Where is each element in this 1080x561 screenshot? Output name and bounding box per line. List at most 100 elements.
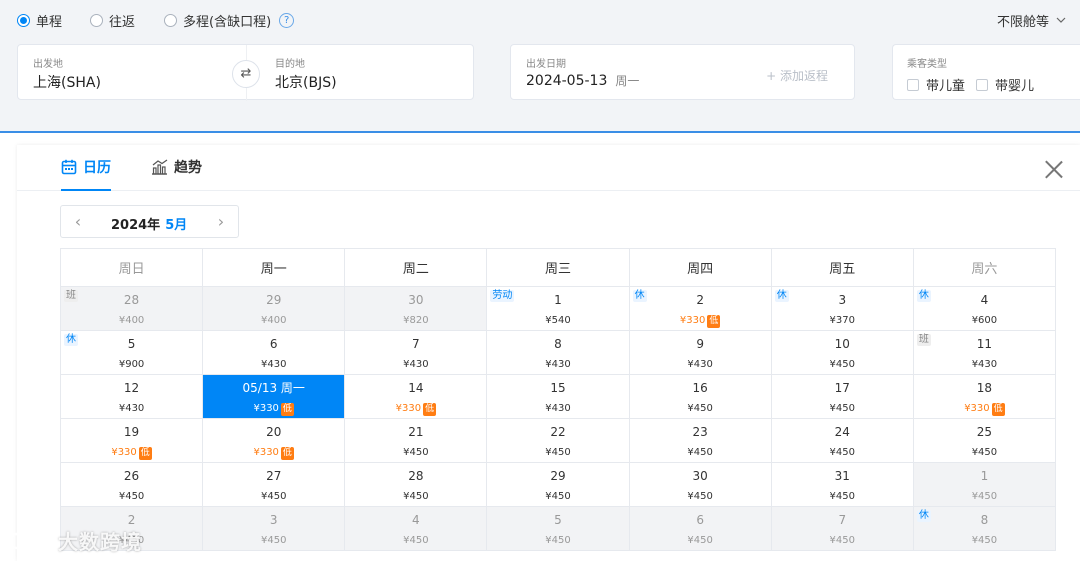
day-number: 28	[408, 469, 424, 483]
day-number: 10	[834, 337, 850, 351]
day-number: 7	[838, 513, 847, 527]
with-child-checkbox[interactable]: 带儿童	[907, 75, 965, 94]
day-number: 8	[554, 337, 562, 351]
calendar-day[interactable]: 30 ¥820	[344, 286, 488, 331]
calendar-day[interactable]: 6 ¥430	[202, 330, 346, 375]
swap-cities-button[interactable]: ⇄	[232, 60, 260, 88]
day-price: ¥450	[687, 491, 713, 502]
departure-date-value: 2024-05-13 周一	[526, 72, 639, 89]
calendar-day[interactable]: 25 ¥450	[912, 418, 1057, 463]
week-row: 19 ¥330 低 20 ¥330 低 21 ¥450 22 ¥450 23 ¥450 24 ¥450 25…	[59, 418, 1057, 463]
day-number: 26	[123, 469, 140, 483]
prev-month-button[interactable]: ‹	[68, 212, 88, 231]
calendar-day[interactable]: 9 ¥430	[628, 330, 772, 375]
checkbox-icon[interactable]	[976, 78, 988, 91]
calendar-day[interactable]: 3 ¥450	[202, 506, 346, 551]
help-icon[interactable]: ?	[279, 12, 295, 28]
calendar-day[interactable]: 30 ¥450	[628, 462, 772, 507]
day-price: ¥450	[403, 535, 429, 546]
calendar-day[interactable]: 休 5 ¥900	[59, 330, 204, 375]
calendar-day[interactable]: 31 ¥450	[770, 462, 914, 507]
day-price: ¥450	[829, 491, 855, 502]
day-number: 22	[550, 425, 566, 439]
day-price: ¥430	[545, 359, 571, 370]
calendar-day[interactable]: 17 ¥450	[770, 374, 914, 419]
add-return-button[interactable]: + 添加返程	[766, 67, 828, 84]
tab-trend[interactable]: 趋势	[151, 157, 202, 191]
day-price: ¥430	[545, 403, 571, 414]
close-icon[interactable]	[1044, 159, 1064, 179]
tab-trend-label: 趋势	[174, 160, 202, 176]
calendar-day[interactable]: 4 ¥450	[344, 506, 488, 551]
calendar-day[interactable]: 8 ¥430	[486, 330, 630, 375]
trip-type-one-way[interactable]: 单程	[17, 11, 62, 30]
calendar-day[interactable]: 休 3 ¥370	[770, 286, 914, 331]
calendar-day[interactable]: 21 ¥450	[344, 418, 488, 463]
calendar-day[interactable]: 29 ¥450	[486, 462, 630, 507]
day-price: ¥450	[403, 447, 429, 458]
with-infant-label: 带婴儿	[995, 79, 1035, 94]
week-row: 26 ¥450 27 ¥450 28 ¥450 29 ¥450 30 ¥450 31 ¥450 1 ¥45…	[59, 462, 1057, 507]
day-price: ¥330	[253, 447, 279, 458]
day-number: 3	[269, 513, 278, 527]
calendar-day[interactable]: 7 ¥450	[770, 506, 914, 551]
day-price: ¥450	[545, 447, 571, 458]
calendar-day[interactable]: 16 ¥450	[628, 374, 772, 419]
calendar-day[interactable]: 6 ¥450	[628, 506, 772, 551]
calendar-day[interactable]: 1 ¥450	[912, 462, 1057, 507]
calendar-day[interactable]: 休 4 ¥600	[912, 286, 1057, 331]
radio-icon-selected[interactable]	[17, 13, 30, 27]
day-number: 19	[123, 425, 140, 439]
calendar-day[interactable]: 23 ¥450	[628, 418, 772, 463]
day-number: 7	[412, 337, 420, 351]
next-month-button[interactable]: ›	[211, 212, 231, 231]
holiday-badge: 休	[632, 290, 647, 302]
calendar-day[interactable]: 22 ¥450	[486, 418, 630, 463]
calendar-day[interactable]: 20 ¥330 低	[202, 418, 346, 463]
tab-calendar[interactable]: 日历	[61, 157, 111, 191]
holiday-badge: 劳动	[490, 290, 515, 302]
calendar-day[interactable]: 18 ¥330 低	[912, 374, 1057, 419]
calendar-day[interactable]: 12 ¥430	[59, 374, 204, 419]
calendar-day[interactable]: 15 ¥430	[486, 374, 630, 419]
cabin-class-select[interactable]: 不限舱等	[997, 11, 1066, 30]
calendar-day[interactable]: 24 ¥450	[770, 418, 914, 463]
calendar-day[interactable]: 10 ¥450	[770, 330, 914, 375]
day-price: ¥540	[545, 315, 571, 326]
lowest-price-badge: 低	[280, 447, 294, 460]
trip-type-round-trip[interactable]: 往返	[90, 11, 135, 30]
radio-icon[interactable]	[90, 13, 103, 27]
month-navigator: ‹ 2024年 5月 ›	[60, 205, 239, 238]
calendar-day[interactable]: 26 ¥450	[59, 462, 204, 507]
day-price: ¥820	[403, 315, 429, 326]
day-number: 12	[123, 381, 140, 395]
calendar-day[interactable]: 休 8 ¥450	[912, 506, 1057, 551]
calendar-day[interactable]: 5 ¥450	[486, 506, 630, 551]
calendar-day[interactable]: 班 11 ¥430	[912, 330, 1057, 375]
calendar-day[interactable]: 14 ¥330 低	[344, 374, 488, 419]
calendar-day[interactable]: 劳动 1 ¥540	[486, 286, 630, 331]
calendar-icon	[61, 159, 77, 175]
checkbox-icon[interactable]	[907, 78, 919, 91]
cabin-class-value: 不限舱等	[996, 15, 1049, 30]
radio-icon[interactable]	[164, 13, 177, 27]
day-number: 27	[266, 469, 282, 483]
day-number: 4	[980, 293, 989, 307]
calendar-day[interactable]: 7 ¥430	[344, 330, 488, 375]
watermark-text: 大数跨境	[58, 530, 142, 554]
day-number: 8	[980, 513, 989, 527]
departure-date-field[interactable]: 出发日期 2024-05-13 周一 + 添加返程	[510, 44, 855, 100]
calendar-day[interactable]: 班 28 ¥400	[59, 286, 204, 331]
trip-type-multi-city[interactable]: 多程(含缺口程) ?	[164, 11, 295, 30]
calendar-day[interactable]: 休 2 ¥330 低	[628, 286, 772, 331]
calendar-day[interactable]: 19 ¥330 低	[59, 418, 204, 463]
calendar-day[interactable]: 29 ¥400	[202, 286, 346, 331]
departure-date-label: 出发日期	[526, 59, 566, 70]
calendar-day[interactable]: 28 ¥450	[344, 462, 488, 507]
with-infant-checkbox[interactable]: 带婴儿	[976, 75, 1034, 94]
calendar-day[interactable]: 27 ¥450	[202, 462, 346, 507]
calendar-day-selected[interactable]: 05/13 周一 ¥330 低	[202, 374, 346, 419]
weekday-header: 周日	[59, 248, 204, 287]
trip-type-label: 多程(含缺口程)	[183, 14, 272, 30]
day-number: 11	[976, 337, 993, 351]
